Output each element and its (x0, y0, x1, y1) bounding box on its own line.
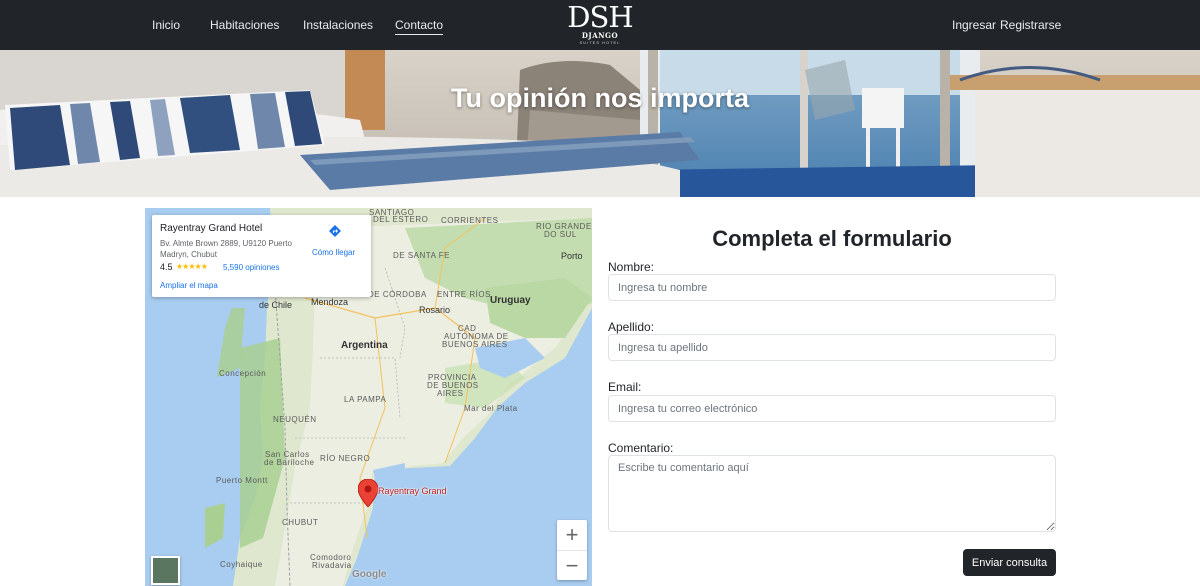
map-label-rosario: Rosario (419, 305, 451, 315)
map-label-del-estero: DEL ESTERO (373, 215, 429, 224)
directions-icon[interactable] (328, 224, 342, 238)
map-label-entre-rios: ENTRE RÍOS (437, 290, 491, 299)
google-attribution: Google (352, 569, 387, 580)
map-label-neuquen: NEUQUÉN (273, 415, 317, 424)
nav-link-habitaciones[interactable]: Habitaciones (210, 17, 279, 33)
map-label-mar-del-plata: Mar del Plata (464, 404, 518, 413)
map-label-rivadavia: Rivadavia (312, 561, 352, 570)
logo-tagline: SUITES HOTEL (579, 40, 621, 45)
zoom-out-button[interactable]: − (557, 550, 587, 580)
map-label-corrientes: CORRIENTES (441, 216, 499, 225)
place-address: Bv. Almte Brown 2889, U9120 Puerto Madry… (160, 239, 292, 259)
place-name: Rayentray Grand Hotel (160, 223, 263, 234)
nombre-label: Nombre: (608, 260, 655, 274)
nombre-input[interactable] (608, 274, 1056, 301)
hotel-logo[interactable]: DSH DJANGO SUITES HOTEL (565, 3, 635, 47)
email-label: Email: (608, 380, 642, 394)
map-label-chubut: CHUBUT (282, 518, 319, 527)
comentario-label: Comentario: (608, 441, 674, 455)
logo-mark: DSH (567, 0, 633, 34)
map-label-porto-alegre: Porto (561, 251, 583, 261)
map-label-puerto-montt: Puerto Montt (216, 476, 268, 485)
apellido-input[interactable] (608, 334, 1056, 361)
map-label-coyhaique: Coyhaique (220, 560, 263, 569)
map-marker-icon[interactable] (358, 479, 378, 507)
map-label-la-pampa: LA PAMPA (344, 395, 387, 404)
map-label-do-sul: DO SUL (544, 230, 577, 239)
marker-label: Rayentray Grand (378, 486, 447, 496)
hero-title: Tu opinión nos importa (451, 83, 749, 113)
form-title: Completa el formulario (712, 226, 952, 251)
map-label-aires: AIRES (437, 389, 464, 398)
reviews-link[interactable]: 5,590 opiniones (223, 263, 280, 272)
comentario-textarea[interactable] (608, 455, 1056, 532)
satellite-layer-toggle[interactable] (151, 556, 180, 585)
map-label-uruguay: Uruguay (490, 295, 531, 306)
map-label-argentina: Argentina (341, 340, 388, 351)
map-label-de-chile: de Chile (259, 300, 293, 310)
nav-link-inicio[interactable]: Inicio (152, 17, 180, 33)
map-label-de-bariloche: de Bariloche (264, 458, 315, 467)
map-label-cordoba-prov: DE CÓRDOBA (368, 290, 427, 299)
hero-hotel-room-image (0, 50, 1200, 197)
rating-stars-icon: ★★★★★ (176, 262, 208, 271)
directions-link[interactable]: Cómo llegar (312, 248, 355, 257)
map-label-rio-negro: RÍO NEGRO (320, 454, 371, 463)
top-navbar: Inicio Habitaciones Instalaciones Contac… (0, 0, 1200, 50)
map-place-card: Rayentray Grand Hotel Bv. Almte Brown 28… (152, 215, 371, 297)
map-label-buenos-aires-city: BUENOS AIRES (442, 340, 508, 349)
login-link[interactable]: Ingresar (952, 17, 996, 33)
apellido-label: Apellido: (608, 320, 655, 334)
hero-banner: Tu opinión nos importa (0, 50, 1200, 197)
zoom-in-button[interactable]: + (557, 520, 587, 550)
submit-button[interactable]: Enviar consulta (963, 549, 1056, 576)
nav-link-contacto[interactable]: Contacto (395, 17, 444, 35)
enlarge-map-link[interactable]: Ampliar el mapa (160, 281, 218, 290)
map-label-santa-fe: DE SANTA FE (393, 251, 450, 260)
nav-link-instalaciones[interactable]: Instalaciones (303, 17, 373, 33)
map-label-mendoza: Mendoza (311, 297, 349, 307)
place-rating: 4.5 (160, 262, 173, 272)
email-input[interactable] (608, 395, 1056, 422)
register-link[interactable]: Registrarse (1000, 17, 1061, 33)
map-zoom-controls: + − (557, 520, 587, 580)
map-label-concepcion: Concepción (219, 369, 267, 378)
